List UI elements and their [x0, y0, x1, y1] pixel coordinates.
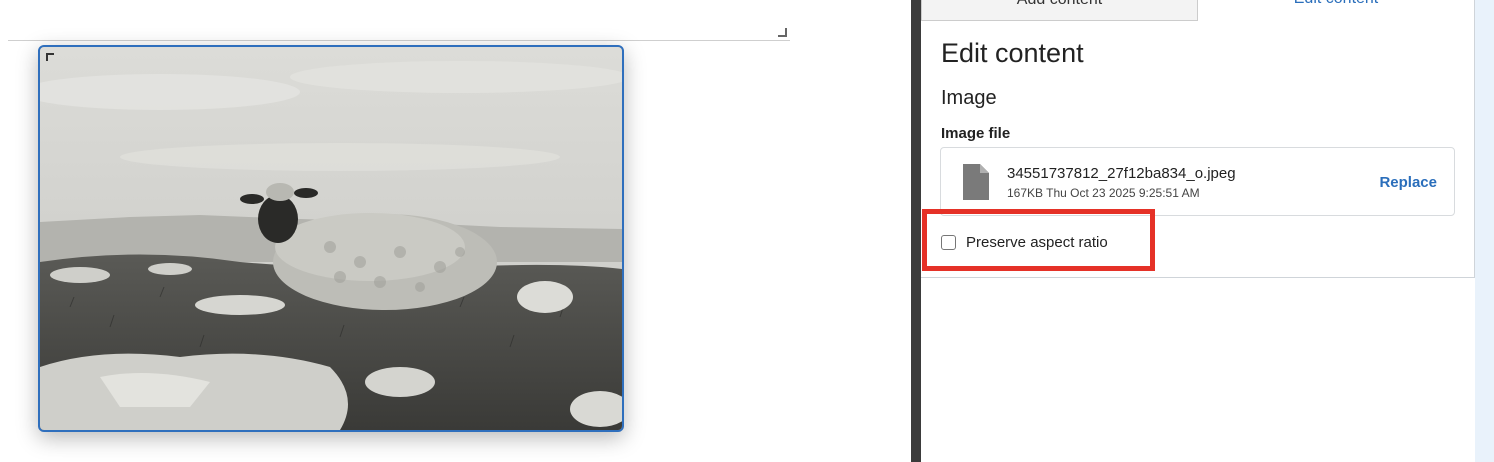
file-name: 34551737812_27f12ba834_o.jpeg: [1007, 165, 1236, 182]
page-title: Edit content: [941, 38, 1084, 68]
selected-image-block[interactable]: [38, 45, 624, 432]
edit-panel: Add content Edit content Edit content Im…: [921, 0, 1475, 462]
tab-edit-content[interactable]: Edit content: [1198, 0, 1474, 21]
panel-divider[interactable]: [911, 0, 921, 462]
file-card: 34551737812_27f12ba834_o.jpeg 167KB Thu …: [940, 147, 1455, 216]
preserve-aspect-ratio-option[interactable]: Preserve aspect ratio: [941, 232, 1108, 252]
resize-handle-icon[interactable]: [46, 53, 54, 61]
preserve-aspect-ratio-checkbox[interactable]: [941, 234, 956, 250]
section-title: Image: [941, 87, 997, 109]
preserve-aspect-ratio-label[interactable]: Preserve aspect ratio: [966, 234, 1108, 251]
text-block[interactable]: [8, 0, 790, 41]
resize-grip-icon[interactable]: [778, 28, 787, 37]
edit-content-box: Add content Edit content Edit content Im…: [921, 0, 1475, 278]
tab-add-content[interactable]: Add content: [921, 0, 1198, 21]
file-icon: [963, 164, 989, 200]
file-meta: 167KB Thu Oct 23 2025 9:25:51 AM: [1007, 186, 1200, 200]
image-file-label: Image file: [941, 125, 1011, 142]
sheep-photo: [40, 47, 622, 430]
right-edge-panel: [1475, 0, 1494, 462]
editor-canvas: [0, 0, 910, 462]
replace-button[interactable]: Replace: [1379, 174, 1437, 191]
